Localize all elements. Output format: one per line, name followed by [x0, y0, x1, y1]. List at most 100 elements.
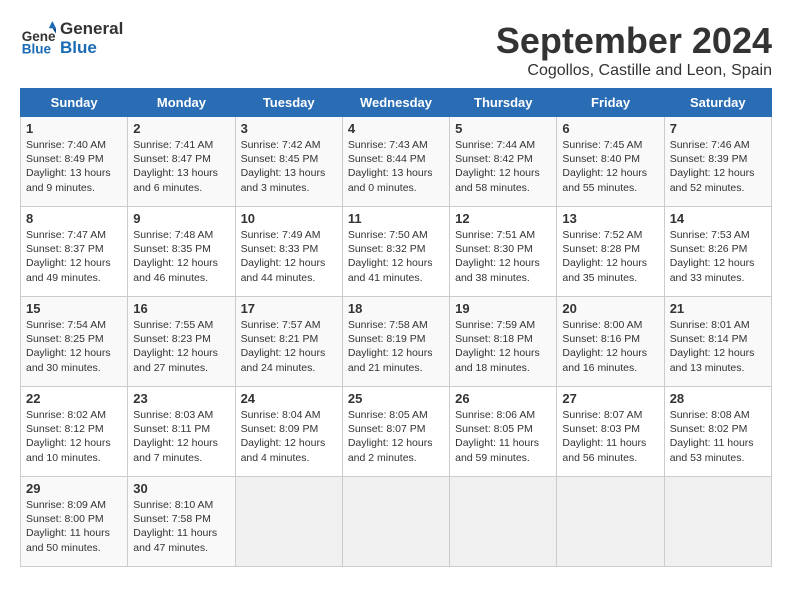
weekday-header-sunday: Sunday: [21, 89, 128, 117]
day-info: Sunrise: 7:58 AMSunset: 8:19 PMDaylight:…: [348, 319, 433, 374]
day-number: 8: [26, 211, 122, 226]
title-block: September 2024 Cogollos, Castille and Le…: [496, 20, 772, 80]
day-info: Sunrise: 7:40 AMSunset: 8:49 PMDaylight:…: [26, 139, 111, 194]
day-info: Sunrise: 7:44 AMSunset: 8:42 PMDaylight:…: [455, 139, 540, 194]
calendar-cell: 21 Sunrise: 8:01 AMSunset: 8:14 PMDaylig…: [664, 297, 771, 387]
day-number: 14: [670, 211, 766, 226]
day-number: 19: [455, 301, 551, 316]
calendar-cell: 15 Sunrise: 7:54 AMSunset: 8:25 PMDaylig…: [21, 297, 128, 387]
day-number: 25: [348, 391, 444, 406]
weekday-header-monday: Monday: [128, 89, 235, 117]
day-number: 30: [133, 481, 229, 496]
calendar-cell: [235, 477, 342, 567]
day-number: 6: [562, 121, 658, 136]
day-number: 12: [455, 211, 551, 226]
day-number: 17: [241, 301, 337, 316]
calendar-cell: 9 Sunrise: 7:48 AMSunset: 8:35 PMDayligh…: [128, 207, 235, 297]
calendar-week-5: 29 Sunrise: 8:09 AMSunset: 8:00 PMDaylig…: [21, 477, 772, 567]
day-number: 5: [455, 121, 551, 136]
day-number: 10: [241, 211, 337, 226]
day-info: Sunrise: 8:08 AMSunset: 8:02 PMDaylight:…: [670, 409, 754, 464]
day-info: Sunrise: 8:06 AMSunset: 8:05 PMDaylight:…: [455, 409, 539, 464]
day-info: Sunrise: 7:59 AMSunset: 8:18 PMDaylight:…: [455, 319, 540, 374]
day-info: Sunrise: 7:47 AMSunset: 8:37 PMDaylight:…: [26, 229, 111, 284]
calendar-cell: 28 Sunrise: 8:08 AMSunset: 8:02 PMDaylig…: [664, 387, 771, 477]
weekday-header-thursday: Thursday: [450, 89, 557, 117]
day-number: 18: [348, 301, 444, 316]
calendar-cell: 24 Sunrise: 8:04 AMSunset: 8:09 PMDaylig…: [235, 387, 342, 477]
svg-text:Blue: Blue: [22, 41, 52, 56]
calendar-week-3: 15 Sunrise: 7:54 AMSunset: 8:25 PMDaylig…: [21, 297, 772, 387]
day-number: 20: [562, 301, 658, 316]
calendar-cell: 16 Sunrise: 7:55 AMSunset: 8:23 PMDaylig…: [128, 297, 235, 387]
logo-general: General: [60, 19, 123, 38]
calendar-cell: 10 Sunrise: 7:49 AMSunset: 8:33 PMDaylig…: [235, 207, 342, 297]
weekday-header-wednesday: Wednesday: [342, 89, 449, 117]
day-info: Sunrise: 7:45 AMSunset: 8:40 PMDaylight:…: [562, 139, 647, 194]
calendar-cell: 6 Sunrise: 7:45 AMSunset: 8:40 PMDayligh…: [557, 117, 664, 207]
calendar-cell: 8 Sunrise: 7:47 AMSunset: 8:37 PMDayligh…: [21, 207, 128, 297]
calendar-cell: 27 Sunrise: 8:07 AMSunset: 8:03 PMDaylig…: [557, 387, 664, 477]
page-header: General Blue General Blue September 2024…: [20, 20, 772, 80]
day-number: 26: [455, 391, 551, 406]
day-info: Sunrise: 7:51 AMSunset: 8:30 PMDaylight:…: [455, 229, 540, 284]
day-number: 21: [670, 301, 766, 316]
day-number: 7: [670, 121, 766, 136]
calendar-cell: 22 Sunrise: 8:02 AMSunset: 8:12 PMDaylig…: [21, 387, 128, 477]
calendar-cell: 18 Sunrise: 7:58 AMSunset: 8:19 PMDaylig…: [342, 297, 449, 387]
day-info: Sunrise: 8:07 AMSunset: 8:03 PMDaylight:…: [562, 409, 646, 464]
calendar-cell: [450, 477, 557, 567]
day-info: Sunrise: 8:03 AMSunset: 8:11 PMDaylight:…: [133, 409, 218, 464]
day-info: Sunrise: 7:54 AMSunset: 8:25 PMDaylight:…: [26, 319, 111, 374]
day-number: 11: [348, 211, 444, 226]
calendar-cell: 17 Sunrise: 7:57 AMSunset: 8:21 PMDaylig…: [235, 297, 342, 387]
day-number: 27: [562, 391, 658, 406]
day-info: Sunrise: 8:02 AMSunset: 8:12 PMDaylight:…: [26, 409, 111, 464]
calendar-cell: 23 Sunrise: 8:03 AMSunset: 8:11 PMDaylig…: [128, 387, 235, 477]
day-number: 3: [241, 121, 337, 136]
day-number: 13: [562, 211, 658, 226]
calendar-cell: 4 Sunrise: 7:43 AMSunset: 8:44 PMDayligh…: [342, 117, 449, 207]
day-number: 23: [133, 391, 229, 406]
calendar-cell: 25 Sunrise: 8:05 AMSunset: 8:07 PMDaylig…: [342, 387, 449, 477]
day-info: Sunrise: 7:42 AMSunset: 8:45 PMDaylight:…: [241, 139, 326, 194]
day-number: 2: [133, 121, 229, 136]
day-number: 22: [26, 391, 122, 406]
day-number: 24: [241, 391, 337, 406]
weekday-header-friday: Friday: [557, 89, 664, 117]
day-info: Sunrise: 7:49 AMSunset: 8:33 PMDaylight:…: [241, 229, 326, 284]
calendar-cell: 14 Sunrise: 7:53 AMSunset: 8:26 PMDaylig…: [664, 207, 771, 297]
calendar-week-2: 8 Sunrise: 7:47 AMSunset: 8:37 PMDayligh…: [21, 207, 772, 297]
calendar-week-1: 1 Sunrise: 7:40 AMSunset: 8:49 PMDayligh…: [21, 117, 772, 207]
calendar-cell: 20 Sunrise: 8:00 AMSunset: 8:16 PMDaylig…: [557, 297, 664, 387]
calendar-table: SundayMondayTuesdayWednesdayThursdayFrid…: [20, 88, 772, 567]
calendar-cell: 26 Sunrise: 8:06 AMSunset: 8:05 PMDaylig…: [450, 387, 557, 477]
month-title: September 2024: [496, 20, 772, 62]
weekday-header-saturday: Saturday: [664, 89, 771, 117]
calendar-week-4: 22 Sunrise: 8:02 AMSunset: 8:12 PMDaylig…: [21, 387, 772, 477]
day-info: Sunrise: 7:55 AMSunset: 8:23 PMDaylight:…: [133, 319, 218, 374]
day-number: 15: [26, 301, 122, 316]
calendar-cell: 12 Sunrise: 7:51 AMSunset: 8:30 PMDaylig…: [450, 207, 557, 297]
day-info: Sunrise: 7:50 AMSunset: 8:32 PMDaylight:…: [348, 229, 433, 284]
logo: General Blue General Blue: [20, 20, 123, 57]
day-number: 16: [133, 301, 229, 316]
day-info: Sunrise: 8:01 AMSunset: 8:14 PMDaylight:…: [670, 319, 755, 374]
calendar-cell: [342, 477, 449, 567]
calendar-cell: 5 Sunrise: 7:44 AMSunset: 8:42 PMDayligh…: [450, 117, 557, 207]
calendar-cell: 1 Sunrise: 7:40 AMSunset: 8:49 PMDayligh…: [21, 117, 128, 207]
calendar-cell: 3 Sunrise: 7:42 AMSunset: 8:45 PMDayligh…: [235, 117, 342, 207]
day-number: 29: [26, 481, 122, 496]
day-number: 9: [133, 211, 229, 226]
day-number: 28: [670, 391, 766, 406]
day-number: 4: [348, 121, 444, 136]
calendar-cell: 7 Sunrise: 7:46 AMSunset: 8:39 PMDayligh…: [664, 117, 771, 207]
calendar-cell: 19 Sunrise: 7:59 AMSunset: 8:18 PMDaylig…: [450, 297, 557, 387]
logo-icon: General Blue: [20, 21, 56, 57]
day-info: Sunrise: 7:48 AMSunset: 8:35 PMDaylight:…: [133, 229, 218, 284]
day-info: Sunrise: 7:52 AMSunset: 8:28 PMDaylight:…: [562, 229, 647, 284]
calendar-cell: 13 Sunrise: 7:52 AMSunset: 8:28 PMDaylig…: [557, 207, 664, 297]
day-info: Sunrise: 8:04 AMSunset: 8:09 PMDaylight:…: [241, 409, 326, 464]
weekday-header-tuesday: Tuesday: [235, 89, 342, 117]
logo-blue: Blue: [60, 38, 97, 57]
